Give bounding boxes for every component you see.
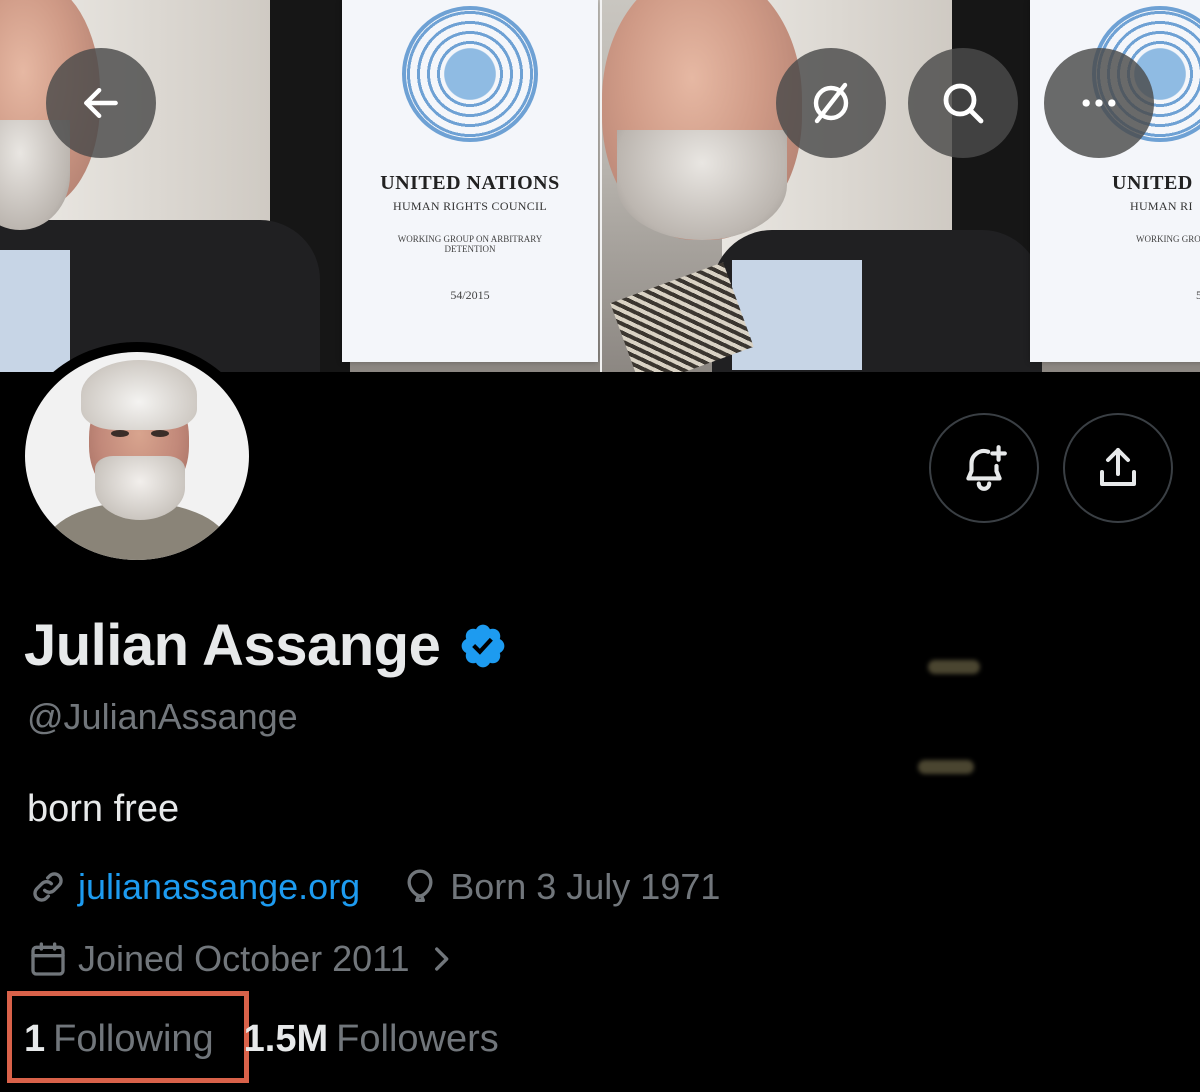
reflection-glare [928, 660, 980, 674]
more-horizontal-icon [1082, 99, 1116, 107]
profile-banner[interactable]: UNITED NATIONS HUMAN RIGHTS COUNCIL WORK… [0, 0, 1200, 372]
display-name-row: Julian Assange [24, 612, 508, 679]
display-name: Julian Assange [24, 613, 441, 678]
link-icon [33, 872, 63, 902]
un-document: UNITED NATIONS HUMAN RIGHTS COUNCIL WORK… [342, 0, 598, 362]
website-link[interactable]: julianassange.org [78, 866, 360, 908]
share-upload-icon [1100, 448, 1136, 486]
birth-date: Born 3 July 1971 [450, 866, 721, 907]
following-link[interactable]: 1 Following [24, 1018, 214, 1061]
slash-circle-icon [813, 82, 849, 124]
share-button[interactable] [1063, 413, 1173, 523]
verified-badge-icon[interactable] [458, 621, 508, 671]
chevron-right-icon [434, 947, 448, 971]
balloon-icon [407, 869, 433, 902]
reflection-glare [918, 760, 974, 774]
bio-text: born free [27, 788, 180, 830]
arrow-left-icon [84, 87, 118, 119]
followers-link[interactable]: 1.5M Followers [244, 1018, 499, 1061]
joined-date: Joined October 2011 [78, 938, 410, 979]
more-button[interactable] [1044, 48, 1154, 158]
following-count: 1 [24, 1018, 46, 1060]
username-handle: @JulianAssange [27, 696, 298, 737]
joined-row[interactable]: Joined October 2011 [28, 938, 458, 980]
following-label: Following [53, 1018, 214, 1060]
notifications-button[interactable] [929, 413, 1039, 523]
profile-meta-row: julianassange.org Born 3 July 1971 [28, 866, 720, 908]
back-button[interactable] [46, 48, 156, 158]
followers-label: Followers [336, 1018, 499, 1060]
grok-button[interactable] [776, 48, 886, 158]
birth-item: Born 3 July 1971 [400, 866, 720, 908]
avatar[interactable] [13, 342, 261, 570]
bell-plus-icon [966, 445, 1007, 491]
follow-stats-row: 1 Following 1.5M Followers [24, 1018, 499, 1061]
search-button[interactable] [908, 48, 1018, 158]
website-item[interactable]: julianassange.org [28, 866, 360, 908]
followers-count: 1.5M [243, 1018, 329, 1060]
search-icon [943, 83, 984, 124]
calendar-icon [31, 942, 65, 976]
